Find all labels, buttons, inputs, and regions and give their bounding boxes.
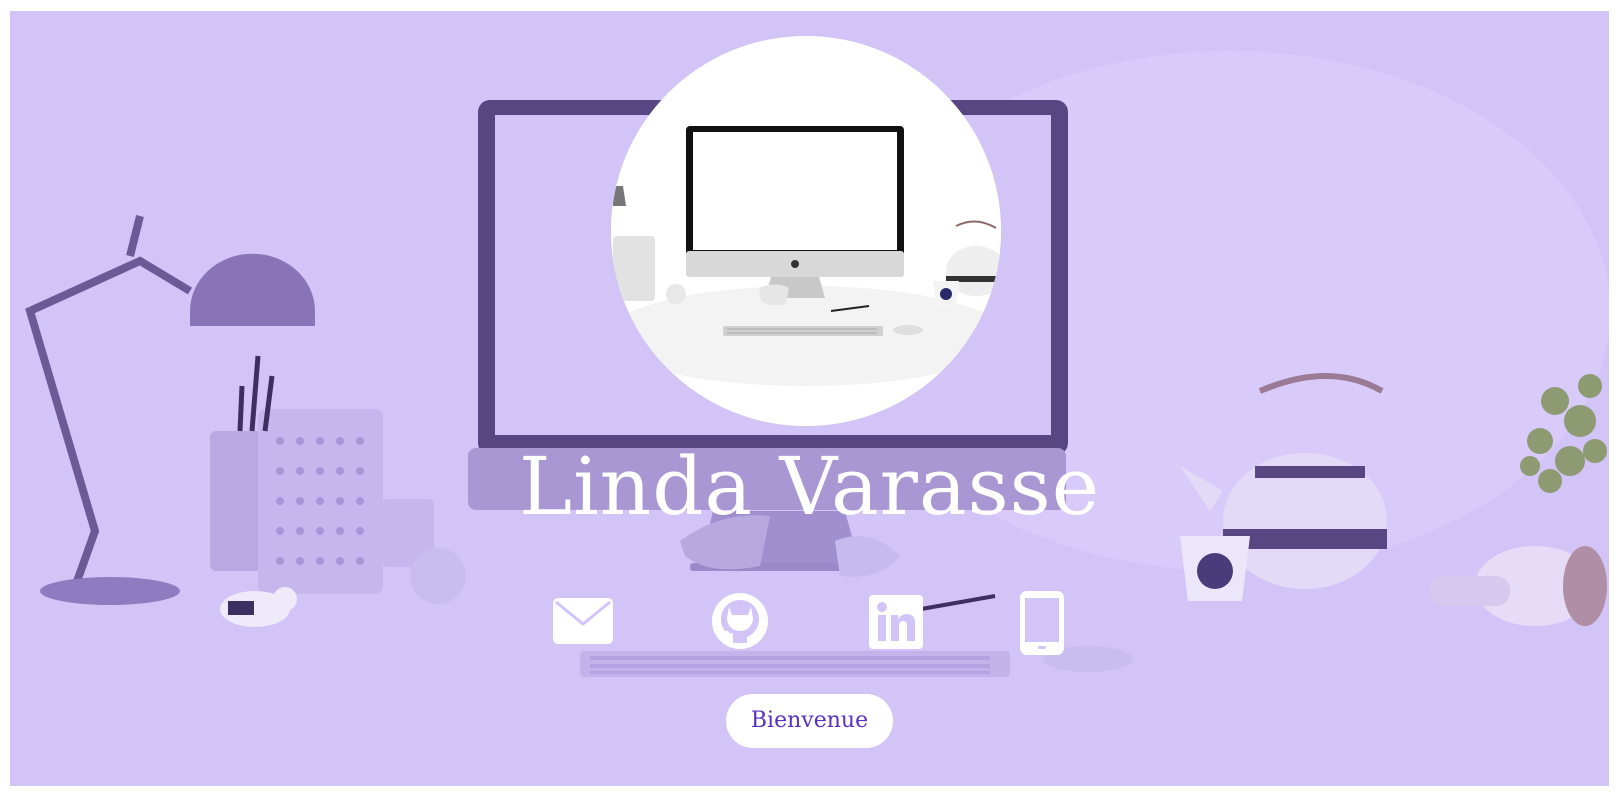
envelope-icon [553, 598, 613, 644]
github-icon [712, 593, 768, 649]
linkedin-link[interactable] [869, 595, 923, 649]
avatar-image [611, 36, 1001, 426]
mobile-phone-icon [1020, 591, 1064, 655]
email-link[interactable] [553, 598, 613, 644]
github-link[interactable] [710, 591, 770, 651]
profile-avatar [611, 36, 1001, 426]
phone-link[interactable] [1020, 591, 1064, 655]
hero-section: Linda Varasse Bienvenue [10, 11, 1609, 786]
profile-name: Linda Varasse [518, 440, 1101, 533]
desk-lamp-illustration [25, 215, 193, 603]
linkedin-icon [869, 595, 923, 649]
welcome-button[interactable]: Bienvenue [726, 694, 893, 748]
social-links [10, 591, 1609, 661]
